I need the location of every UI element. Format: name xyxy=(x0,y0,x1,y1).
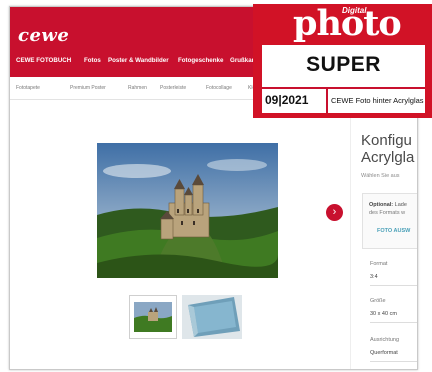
title-line-1: Konfigu xyxy=(361,132,412,149)
choose-photo-link[interactable]: FOTO AUSW xyxy=(377,228,410,234)
badge-rating: SUPER xyxy=(306,53,381,76)
nav-item-fotos[interactable]: Fotos xyxy=(84,57,101,64)
title-line-2: Acrylgla xyxy=(361,149,415,166)
subnav-item-rahmen[interactable]: Rahmen xyxy=(128,85,147,91)
size-select[interactable]: 30 x 40 cm xyxy=(370,311,397,317)
badge-vertical-divider xyxy=(326,89,328,113)
size-label: Größe xyxy=(370,298,386,304)
subnav-item-premium-poster[interactable]: Premium Poster xyxy=(70,85,106,91)
format-label: Format xyxy=(370,261,388,267)
size-underline xyxy=(370,322,417,323)
digital-photo-award-badge: photo Digital SUPER 09|2021 CEWE Foto hi… xyxy=(253,4,432,118)
photo-upload-box: Optional: Lade des Formats w FOTO AUSW xyxy=(362,193,417,249)
subnav-item-posterleiste[interactable]: Posterleiste xyxy=(160,85,186,91)
optional-label: Optional: Lade xyxy=(369,202,407,208)
badge-divider xyxy=(262,87,425,89)
configurator-subtitle: Wählen Sie aus xyxy=(361,173,400,179)
badge-product: CEWE Foto hinter Acrylglas xyxy=(331,96,424,105)
cewe-logo[interactable]: cewe xyxy=(18,25,69,46)
badge-brand-small: Digital xyxy=(342,6,367,15)
subnav-item-fototapete[interactable]: Fototapete xyxy=(16,85,40,91)
optional-text: des Formats w xyxy=(369,210,406,216)
orientation-label: Ausrichtung xyxy=(370,337,400,343)
next-image-button[interactable]: › xyxy=(326,204,343,221)
optional-label-bold: Optional: xyxy=(369,202,394,208)
optional-label-rest: Lade xyxy=(393,202,407,208)
orientation-select[interactable]: Querformat xyxy=(370,350,398,356)
badge-panel: SUPER 09|2021 CEWE Foto hinter Acrylglas xyxy=(262,45,425,113)
badge-issue: 09|2021 xyxy=(265,93,309,107)
configurator-title: Konfigu Acrylgla xyxy=(361,132,417,166)
nav-item-fotobuch[interactable]: CEWE FOTOBUCH xyxy=(16,57,71,64)
thumbnail-acrylic-glass-detail[interactable] xyxy=(182,295,242,339)
product-main-image xyxy=(97,143,278,278)
nav-item-poster-wandbilder[interactable]: Poster & Wandbilder xyxy=(108,57,169,64)
thumbnail-castle[interactable] xyxy=(129,295,177,339)
orientation-underline xyxy=(370,361,417,362)
format-select[interactable]: 3:4 xyxy=(370,274,378,280)
column-divider xyxy=(350,111,351,369)
nav-item-fotogeschenke[interactable]: Fotogeschenke xyxy=(178,57,223,64)
subnav-item-fotocollage[interactable]: Fotocollage xyxy=(206,85,232,91)
format-underline xyxy=(370,285,417,286)
